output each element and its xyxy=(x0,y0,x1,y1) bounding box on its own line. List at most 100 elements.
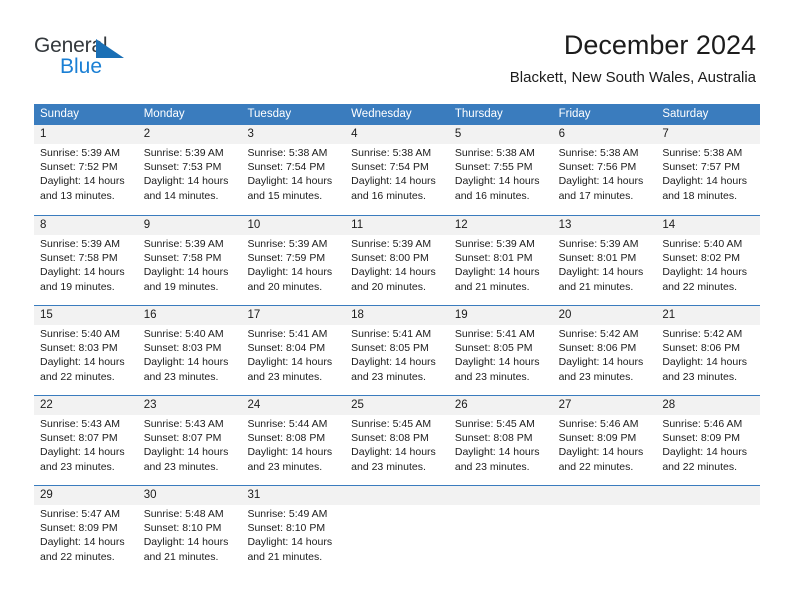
day-sun-info: Sunrise: 5:47 AM Sunset: 8:09 PM Daylight:… xyxy=(40,507,132,564)
day-sun-info: Sunrise: 5:39 AM Sunset: 7:58 PM Daylight:… xyxy=(40,237,132,294)
calendar-day-cell[interactable]: 6 Sunrise: 5:38 AM Sunset: 7:56 PM Daylight… xyxy=(553,125,657,215)
calendar-day-cell[interactable]: 31 Sunrise: 5:49 AM Sunset: 8:10 PM Dayligh… xyxy=(241,486,345,575)
day-sun-info: Sunrise: 5:40 AM Sunset: 8:03 PM Daylight:… xyxy=(144,327,236,384)
day-number: 13 xyxy=(558,219,572,231)
day-sun-info: Sunrise: 5:39 AM Sunset: 8:01 PM Daylight:… xyxy=(559,237,651,294)
day-daylight-1-text: Daylight: 14 hours xyxy=(351,356,436,369)
day-sunrise-text: Sunrise: 5:41 AM xyxy=(454,328,535,340)
day-sunset-text: Sunset: 8:10 PM xyxy=(143,522,222,535)
calendar-day-cell[interactable]: 21 Sunrise: 5:42 AM Sunset: 8:06 PM Dayligh… xyxy=(656,306,760,395)
day-daylight-2-text: and 16 minutes. xyxy=(351,189,426,202)
day-daylight-2-text: and 23 minutes. xyxy=(662,370,738,383)
day-daylight-2-text: and 21 minutes. xyxy=(247,550,323,563)
day-sun-info: Sunrise: 5:38 AM Sunset: 7:56 PM Daylight:… xyxy=(559,146,651,203)
calendar-day-cell[interactable]: 8 Sunrise: 5:39 AM Sunset: 7:58 PM Daylight… xyxy=(34,216,138,305)
calendar-day-cell[interactable]: 4 Sunrise: 5:38 AM Sunset: 7:54 PM Daylight… xyxy=(345,125,449,215)
calendar-day-cell[interactable]: 9 Sunrise: 5:39 AM Sunset: 7:58 PM Daylight… xyxy=(138,216,242,305)
day-number: 15 xyxy=(40,309,53,321)
day-sunrise-text: Sunrise: 5:47 AM xyxy=(40,508,120,520)
day-sun-info: Sunrise: 5:45 AM Sunset: 8:08 PM Daylight:… xyxy=(351,417,443,474)
calendar-day-cell[interactable]: 15 Sunrise: 5:40 AM Sunset: 8:03 PM Dayligh… xyxy=(34,306,138,395)
day-sunrise-text: Sunrise: 5:39 AM xyxy=(40,147,120,159)
day-daylight-2-text: and 23 minutes. xyxy=(558,370,634,383)
day-daylight-1-text: Daylight: 14 hours xyxy=(40,356,125,369)
calendar-day-cell[interactable]: 30 Sunrise: 5:48 AM Sunset: 8:10 PM Dayligh… xyxy=(138,486,242,575)
calendar-day-cell[interactable]: 22 Sunrise: 5:43 AM Sunset: 8:07 PM Dayligh… xyxy=(34,396,138,485)
calendar-day-cell[interactable]: 25 Sunrise: 5:45 AM Sunset: 8:08 PM Dayligh… xyxy=(345,396,449,485)
calendar-day-cell[interactable]: 19 Sunrise: 5:41 AM Sunset: 8:05 PM Dayligh… xyxy=(449,306,553,395)
day-daylight-1-text: Daylight: 14 hours xyxy=(454,175,540,188)
day-sunrise-text: Sunrise: 5:40 AM xyxy=(143,328,224,340)
day-daylight-1-text: Daylight: 14 hours xyxy=(143,175,229,188)
day-sunset-text: Sunset: 8:04 PM xyxy=(247,342,326,355)
day-number: 27 xyxy=(558,399,572,411)
day-number: 1 xyxy=(40,128,47,140)
day-number: 8 xyxy=(40,219,47,231)
day-sunrise-text: Sunrise: 5:38 AM xyxy=(662,147,743,159)
calendar-day-cell[interactable]: 18 Sunrise: 5:41 AM Sunset: 8:05 PM Dayligh… xyxy=(345,306,449,395)
day-daylight-2-text: and 16 minutes. xyxy=(454,189,530,202)
day-daylight-2-text: and 22 minutes. xyxy=(662,460,738,473)
day-daylight-2-text: and 22 minutes. xyxy=(558,460,634,473)
day-sun-info: Sunrise: 5:43 AM Sunset: 8:07 PM Daylight:… xyxy=(144,417,236,474)
day-sunset-text: Sunset: 8:05 PM xyxy=(351,342,429,355)
calendar-day-cell[interactable]: 23 Sunrise: 5:43 AM Sunset: 8:07 PM Dayligh… xyxy=(138,396,242,485)
calendar-day-cell[interactable]: 16 Sunrise: 5:40 AM Sunset: 8:03 PM Dayligh… xyxy=(138,306,242,395)
day-number: 25 xyxy=(351,399,364,411)
day-sunrise-text: Sunrise: 5:38 AM xyxy=(351,147,432,159)
day-daylight-2-text: and 15 minutes. xyxy=(247,189,323,202)
calendar-day-cell[interactable]: 11 Sunrise: 5:39 AM Sunset: 8:00 PM Dayligh… xyxy=(345,216,449,305)
calendar-day-cell[interactable]: 2 Sunrise: 5:39 AM Sunset: 7:53 PM Daylight… xyxy=(138,125,242,215)
day-sun-info: Sunrise: 5:40 AM Sunset: 8:02 PM Daylight:… xyxy=(662,237,754,294)
day-number: 10 xyxy=(247,219,261,231)
day-daylight-2-text: and 23 minutes. xyxy=(454,460,530,473)
calendar-day-cell[interactable]: 28 Sunrise: 5:46 AM Sunset: 8:09 PM Dayligh… xyxy=(656,396,760,485)
calendar-day-cell[interactable]: 27 Sunrise: 5:46 AM Sunset: 8:09 PM Dayligh… xyxy=(553,396,657,485)
calendar-day-cell[interactable]: 13 Sunrise: 5:39 AM Sunset: 8:01 PM Dayligh… xyxy=(553,216,657,305)
day-daylight-1-text: Daylight: 14 hours xyxy=(662,266,747,279)
day-number: 5 xyxy=(454,128,462,140)
calendar-day-cell[interactable]: 10 Sunrise: 5:39 AM Sunset: 7:59 PM Dayligh… xyxy=(241,216,345,305)
calendar-day-cell[interactable]: 3 Sunrise: 5:38 AM Sunset: 7:54 PM Daylight… xyxy=(241,125,345,215)
day-number: 3 xyxy=(247,128,254,140)
day-daylight-1-text: Daylight: 14 hours xyxy=(247,536,333,549)
calendar-grid: Sunday Monday Tuesday Wednesday Thursday Frid… xyxy=(34,104,760,575)
calendar-day-cell[interactable]: 12 Sunrise: 5:39 AM Sunset: 8:01 PM Dayligh… xyxy=(449,216,553,305)
day-daylight-1-text: Daylight: 14 hours xyxy=(247,175,333,188)
day-sun-info: Sunrise: 5:39 AM Sunset: 8:00 PM Daylight:… xyxy=(351,237,443,294)
day-daylight-1-text: Daylight: 14 hours xyxy=(351,266,436,279)
day-sunrise-text: Sunrise: 5:42 AM xyxy=(662,328,743,340)
day-sun-info: Sunrise: 5:46 AM Sunset: 8:09 PM Daylight:… xyxy=(662,417,754,474)
day-daylight-1-text: Daylight: 14 hours xyxy=(558,446,644,459)
calendar-day-cell[interactable]: 5 Sunrise: 5:38 AM Sunset: 7:55 PM Daylight… xyxy=(449,125,553,215)
calendar-day-cell[interactable]: 17 Sunrise: 5:41 AM Sunset: 8:04 PM Dayligh… xyxy=(241,306,345,395)
day-sun-info: Sunrise: 5:42 AM Sunset: 8:06 PM Daylight:… xyxy=(662,327,754,384)
calendar-day-cell[interactable]: 24 Sunrise: 5:44 AM Sunset: 8:08 PM Dayligh… xyxy=(241,396,345,485)
day-daylight-2-text: and 20 minutes. xyxy=(247,280,323,293)
day-sunset-text: Sunset: 8:00 PM xyxy=(351,252,429,265)
day-daylight-1-text: Daylight: 14 hours xyxy=(558,175,644,188)
day-sun-info: Sunrise: 5:38 AM Sunset: 7:57 PM Daylight:… xyxy=(662,146,754,203)
calendar-day-cell[interactable]: 7 Sunrise: 5:38 AM Sunset: 7:57 PM Daylight… xyxy=(656,125,760,215)
day-sunrise-text: Sunrise: 5:48 AM xyxy=(143,508,224,520)
calendar-day-cell-empty xyxy=(553,486,657,575)
day-daylight-2-text: and 23 minutes. xyxy=(247,370,323,383)
calendar-week-row: 29 Sunrise: 5:47 AM Sunset: 8:09 PM Dayligh… xyxy=(34,485,760,575)
day-daylight-2-text: and 18 minutes. xyxy=(662,189,738,202)
day-daylight-1-text: Daylight: 14 hours xyxy=(40,446,125,459)
calendar-day-cell[interactable]: 26 Sunrise: 5:45 AM Sunset: 8:08 PM Dayligh… xyxy=(449,396,553,485)
general-blue-logo[interactable]: General Blue xyxy=(34,34,144,82)
calendar-day-cell[interactable]: 14 Sunrise: 5:40 AM Sunset: 8:02 PM Dayligh… xyxy=(656,216,760,305)
day-sunrise-text: Sunrise: 5:39 AM xyxy=(558,238,639,250)
calendar-day-cell[interactable]: 1 Sunrise: 5:39 AM Sunset: 7:52 PM Daylight… xyxy=(34,125,138,215)
calendar-day-cell[interactable]: 20 Sunrise: 5:42 AM Sunset: 8:06 PM Dayligh… xyxy=(553,306,657,395)
day-sunrise-text: Sunrise: 5:39 AM xyxy=(454,238,535,250)
day-sunrise-text: Sunrise: 5:46 AM xyxy=(558,418,639,430)
day-sunrise-text: Sunrise: 5:49 AM xyxy=(247,508,328,520)
day-number: 6 xyxy=(558,128,565,140)
day-sunrise-text: Sunrise: 5:38 AM xyxy=(247,147,328,159)
calendar-day-cell[interactable]: 29 Sunrise: 5:47 AM Sunset: 8:09 PM Dayligh… xyxy=(34,486,138,575)
day-sun-info: Sunrise: 5:49 AM Sunset: 8:10 PM Daylight:… xyxy=(247,507,339,564)
logo-text-blue: Blue xyxy=(60,55,103,78)
day-number: 14 xyxy=(662,219,676,231)
